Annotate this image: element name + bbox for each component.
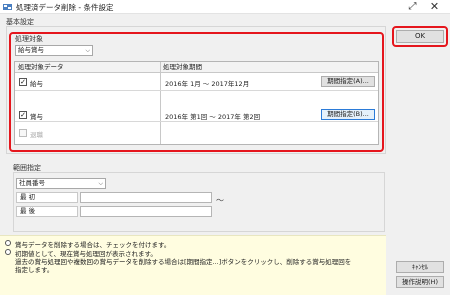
checkbox-shoyo[interactable]: ✓ <box>19 111 27 119</box>
title-bar: 処理済データ削除 - 条件設定 ⤢ ✕ <box>0 0 450 14</box>
checkbox-kyuyo[interactable]: ✓ <box>19 78 27 86</box>
row-label: 退職 <box>30 131 43 139</box>
chevron-down-icon: ⌵ <box>98 180 103 187</box>
window-title: 処理済データ削除 - 条件設定 <box>16 3 114 12</box>
ok-button[interactable]: OK <box>396 30 444 43</box>
help-notes-panel: 賞与データを削除する場合は、チェックを付けます。 初期値として、現在賞与処理回が… <box>0 235 386 295</box>
dialog-client-area: 基本設定 処理対象 給与賞与 ⌵ 処理対象データ 処理対象期間 ✓ 給与 201… <box>0 14 450 295</box>
last-label: 最 後 <box>16 206 78 217</box>
bullet-icon <box>5 249 11 255</box>
period-select-button-b[interactable]: 期間指定(B)... <box>321 109 375 120</box>
row-label: 給与 <box>30 80 43 88</box>
help-button[interactable]: 操作説明(H) <box>396 276 444 288</box>
target-select-value: 給与賞与 <box>18 46 44 54</box>
first-label: 最 初 <box>16 192 78 203</box>
chevron-down-icon: ⌵ <box>85 47 90 54</box>
range-separator: 〜 <box>216 196 224 205</box>
row-label: 賞与 <box>30 113 43 121</box>
app-icon <box>3 4 12 10</box>
cancel-button[interactable]: ｷｬﾝｾﾙ <box>396 261 444 273</box>
column-header-data: 処理対象データ <box>15 62 160 73</box>
period-text: 2016年 第1回 〜 2017年 第2回 <box>165 113 261 121</box>
checkbox-taishoku[interactable] <box>19 129 27 137</box>
resize-icon[interactable]: ⤢ <box>406 1 419 13</box>
note-line: 指定します。 <box>15 266 54 274</box>
bullet-icon <box>5 240 11 246</box>
period-text: 2016年 1月 〜 2017年12月 <box>165 80 250 88</box>
period-select-button-a[interactable]: 期間指定(A)... <box>321 76 375 87</box>
last-value-input[interactable] <box>80 206 212 217</box>
column-header-period: 処理対象期間 <box>160 62 378 73</box>
close-icon[interactable]: ✕ <box>428 1 441 13</box>
target-data-grid: 処理対象データ 処理対象期間 ✓ 給与 2016年 1月 〜 2017年12月 … <box>14 61 379 145</box>
range-key-value: 社員番号 <box>19 179 45 187</box>
range-key-select[interactable]: 社員番号 ⌵ <box>16 178 106 189</box>
note-line: 過去の賞与処理回や複数回の賞与データを削除する場合は[期間指定...]ボタンをク… <box>15 258 352 266</box>
first-value-input[interactable] <box>80 192 212 203</box>
target-select[interactable]: 給与賞与 ⌵ <box>15 45 93 56</box>
target-label: 処理対象 <box>15 35 43 43</box>
